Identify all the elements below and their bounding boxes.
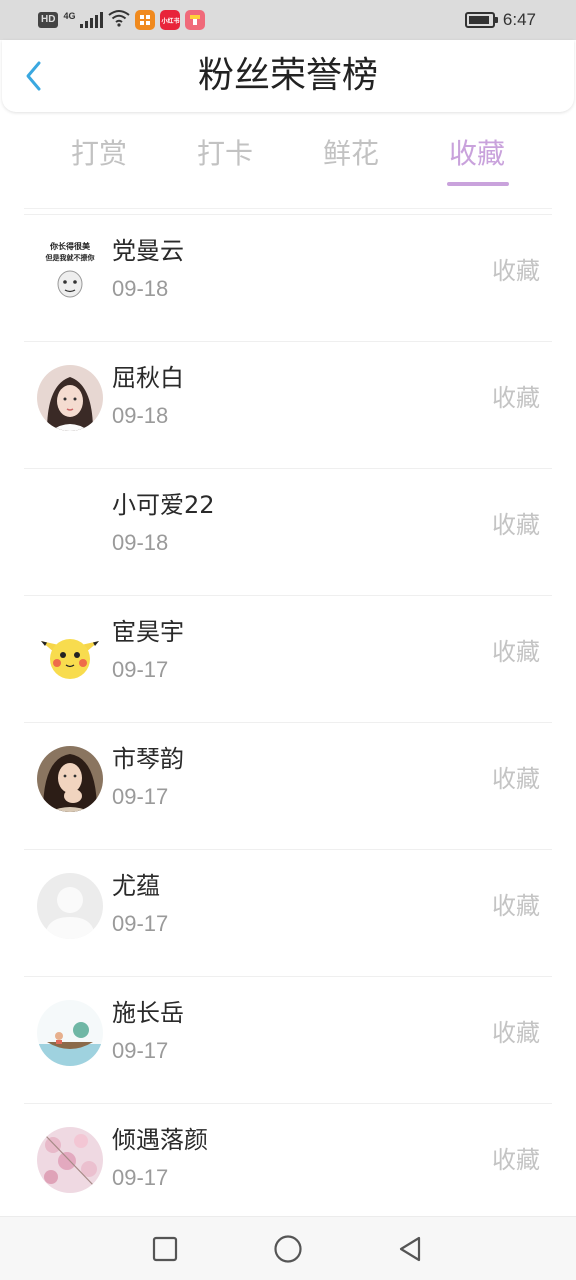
fan-name: 宦昊宇	[112, 618, 184, 646]
fan-date: 09-18	[112, 403, 169, 428]
tabs-divider	[24, 208, 552, 209]
list-item[interactable]: 倾遇落颜 09-17 收藏	[0, 1103, 576, 1230]
app-icon-pink	[185, 10, 206, 30]
system-nav-bar	[0, 1216, 576, 1280]
blank-avatar	[37, 492, 103, 558]
fan-list: 你长得很美 但是我就不撩你 党曼云 09-18 收藏 屈秋白 09-18 收藏 …	[0, 214, 576, 1230]
list-item[interactable]: 市琴韵 09-17 收藏	[0, 722, 576, 849]
fan-name: 屈秋白	[112, 364, 184, 392]
pikachu-avatar	[37, 619, 103, 685]
fan-name: 党曼云	[112, 237, 184, 265]
status-bar: HD 4G 小红书 6:47	[0, 0, 576, 40]
fan-date: 09-17	[112, 657, 169, 682]
status-left: HD 4G 小红书	[38, 9, 206, 31]
app-icon-red: 小红书	[160, 10, 181, 30]
favorite-label: 收藏	[492, 257, 540, 285]
fan-date: 09-17	[112, 1038, 169, 1063]
tab-flowers[interactable]: 鲜花	[306, 134, 396, 174]
recent-apps-icon	[152, 1236, 178, 1262]
wifi-icon	[108, 9, 131, 31]
battery-icon	[464, 12, 498, 28]
tab-favorites-label: 收藏	[448, 137, 505, 170]
status-right: 6:47	[464, 9, 536, 31]
row-divider	[24, 849, 552, 850]
fan-name: 小可爱22	[112, 491, 215, 519]
clock: 6:47	[502, 10, 536, 29]
photo-avatar-woman	[37, 746, 103, 812]
home-icon	[274, 1235, 302, 1263]
fan-date: 09-18	[112, 530, 169, 555]
favorite-label: 收藏	[492, 892, 540, 920]
network-type: 4G	[63, 11, 76, 21]
default-user-avatar	[37, 873, 103, 939]
fan-date: 09-17	[112, 911, 169, 936]
favorite-label: 收藏	[492, 511, 540, 539]
meme-caption-2: 但是我就不撩你	[45, 254, 95, 262]
meme-caption-1: 你长得很美	[50, 242, 90, 251]
list-item[interactable]: 尤蕴 09-17 收藏	[0, 849, 576, 976]
favorite-label: 收藏	[492, 384, 540, 412]
favorite-label: 收藏	[492, 1146, 540, 1174]
fan-date: 09-17	[112, 1165, 169, 1190]
photo-avatar-girl	[37, 365, 103, 431]
tab-favorites[interactable]: 收藏	[432, 134, 522, 186]
row-divider	[24, 468, 552, 469]
header: 粉丝荣誉榜	[2, 40, 574, 112]
list-item[interactable]: 屈秋白 09-18 收藏	[0, 341, 576, 468]
row-divider	[24, 214, 552, 215]
favorite-label: 收藏	[492, 1019, 540, 1047]
favorite-label: 收藏	[492, 765, 540, 793]
active-tab-indicator	[447, 182, 509, 186]
row-divider	[24, 1103, 552, 1104]
fan-date: 09-17	[112, 784, 169, 809]
tab-reward[interactable]: 打赏	[54, 134, 144, 174]
app-icon-red-label: 小红书	[161, 17, 180, 25]
meme-avatar: 你长得很美 但是我就不撩你	[37, 238, 103, 304]
row-divider	[24, 341, 552, 342]
fan-date: 09-18	[112, 276, 169, 301]
row-divider	[24, 976, 552, 977]
boat-illustration-avatar	[37, 1000, 103, 1066]
fan-name: 倾遇落颜	[112, 1126, 208, 1154]
fan-name: 市琴韵	[112, 745, 184, 773]
list-item[interactable]: 小可爱22 09-18 收藏	[0, 468, 576, 595]
list-item[interactable]: 你长得很美 但是我就不撩你 党曼云 09-18 收藏	[0, 214, 576, 341]
list-item[interactable]: 宦昊宇 09-17 收藏	[0, 595, 576, 722]
favorite-label: 收藏	[492, 638, 540, 666]
recent-apps-button[interactable]	[149, 1233, 181, 1265]
signal-icon	[80, 12, 104, 28]
page-title: 粉丝荣誉榜	[197, 55, 378, 96]
nav-back-button[interactable]	[394, 1233, 426, 1265]
tab-bar: 打赏 打卡 鲜花 收藏	[0, 124, 576, 194]
tab-checkin[interactable]: 打卡	[180, 134, 270, 174]
app-icon-orange	[135, 10, 156, 30]
hd-badge: HD	[38, 12, 59, 28]
home-button[interactable]	[272, 1233, 304, 1265]
fan-name: 尤蕴	[112, 872, 160, 900]
blossom-avatar	[37, 1127, 103, 1193]
fan-name: 施长岳	[112, 999, 184, 1027]
list-item[interactable]: 施长岳 09-17 收藏	[0, 976, 576, 1103]
row-divider	[24, 722, 552, 723]
back-icon	[399, 1236, 421, 1262]
row-divider	[24, 595, 552, 596]
